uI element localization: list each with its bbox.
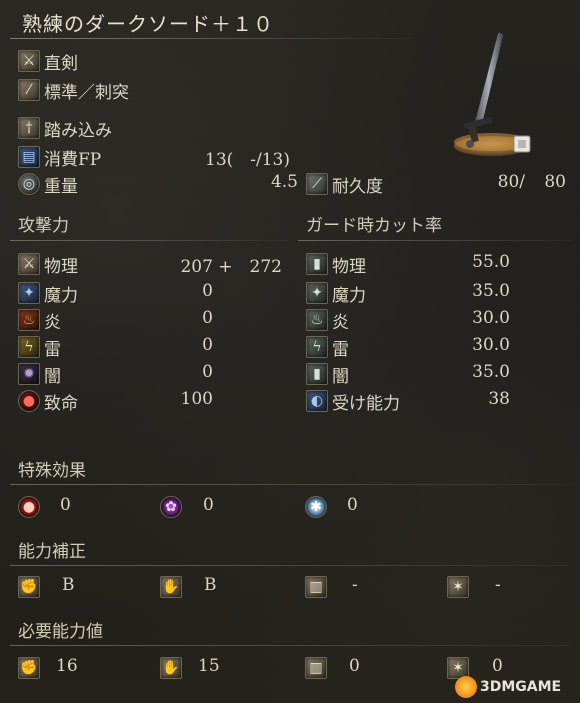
attack-fire-value: 0 — [202, 308, 213, 328]
special-divider — [10, 484, 570, 485]
frost-icon: ✱ — [305, 496, 327, 518]
shield-physical-icon: ▮ — [306, 253, 328, 275]
watermark: 3DMGAME — [455, 676, 561, 698]
guard-magic-label: 魔力 — [332, 286, 366, 306]
attack-magic-label: 魔力 — [44, 286, 78, 306]
attack-divider — [10, 240, 288, 241]
requirement-faith-value: 0 — [492, 656, 503, 676]
guard-stability-label: 受け能力 — [332, 394, 400, 414]
watermark-logo-icon — [455, 676, 477, 698]
special-poison-value: 0 — [203, 495, 214, 515]
guard-dark-value: 35.0 — [472, 362, 510, 382]
intelligence-icon: ▥ — [305, 576, 327, 598]
weapon-detail-panel: 熟練のダークソード＋１０ ⚔ 直剣 ⁄ 標準／刺突 † 踏み込み ▤ 消費FP — [0, 0, 580, 703]
weight-icon: ◎ — [18, 173, 40, 195]
attack-dark-label: 闇 — [44, 367, 61, 387]
requirement-dexterity-value: 15 — [198, 656, 220, 676]
attack-heading: 攻撃力 — [18, 216, 69, 236]
durability-icon: ⟋ — [306, 173, 328, 195]
strength-icon: ✊ — [18, 657, 40, 679]
special-heading: 特殊効果 — [18, 461, 86, 481]
fire-icon: ♨ — [18, 309, 40, 331]
scaling-strength-value: B — [62, 575, 75, 595]
guard-fire-value: 30.0 — [472, 308, 510, 328]
durability-max: 80 — [544, 172, 566, 192]
scaling-heading: 能力補正 — [18, 542, 86, 562]
critical-icon: ● — [18, 390, 40, 412]
attack-physical-label: 物理 — [44, 257, 78, 277]
weapon-category: 直剣 — [44, 54, 78, 74]
watermark-text: 3DMGAME — [480, 679, 562, 695]
guard-heading: ガード時カット率 — [306, 216, 442, 236]
guard-stability-value: 38 — [488, 389, 510, 409]
sword-icon: ⚔ — [18, 253, 40, 275]
lightning-icon: ϟ — [18, 336, 40, 358]
attack-magic-value: 0 — [202, 281, 213, 301]
fp-cost-icon: ▤ — [18, 146, 40, 168]
guard-physical-label: 物理 — [332, 257, 366, 277]
faith-icon: ✶ — [447, 576, 469, 598]
shield-magic-icon: ✦ — [306, 282, 328, 304]
guard-divider — [298, 240, 570, 241]
special-bleed-value: 0 — [60, 495, 71, 515]
guard-dark-label: 闇 — [332, 367, 349, 387]
title-divider — [10, 38, 430, 39]
weapon-category-icon: ⚔ — [18, 50, 40, 72]
scaling-intelligence-value: - — [352, 575, 358, 595]
shield-dark-icon: ▮ — [306, 363, 328, 385]
weapon-skill: 踏み込み — [44, 121, 112, 141]
special-frost-value: 0 — [347, 495, 358, 515]
dark-icon: ✹ — [18, 363, 40, 385]
dexterity-icon: ✋ — [160, 576, 182, 598]
attack-physical-value: 207 + 272 — [180, 257, 282, 277]
requirements-divider — [10, 645, 570, 646]
guard-fire-label: 炎 — [332, 313, 349, 333]
scaling-dexterity-value: B — [204, 575, 217, 595]
weapon-skill-icon: † — [18, 117, 40, 139]
guard-lightning-value: 30.0 — [472, 335, 510, 355]
requirement-intelligence-value: 0 — [349, 656, 360, 676]
stability-icon: ◐ — [306, 390, 328, 412]
shield-fire-icon: ♨ — [306, 309, 328, 331]
requirement-strength-value: 16 — [56, 656, 78, 676]
bleed-icon: ● — [18, 496, 40, 518]
guard-lightning-label: 雷 — [332, 340, 349, 360]
scaling-faith-value: - — [495, 575, 501, 595]
magic-icon: ✦ — [18, 282, 40, 304]
guard-physical-value: 55.0 — [472, 252, 510, 272]
attack-critical-label: 致命 — [44, 394, 78, 414]
strength-icon: ✊ — [18, 576, 40, 598]
attack-lightning-label: 雷 — [44, 340, 61, 360]
weight-value: 4.5 — [270, 172, 298, 192]
poison-icon: ✿ — [160, 496, 182, 518]
attack-critical-value: 100 — [180, 389, 213, 409]
attack-type-icon: ⁄ — [18, 79, 40, 101]
dark-sword-image — [454, 31, 531, 156]
attack-fire-label: 炎 — [44, 313, 61, 333]
shield-lightning-icon: ϟ — [306, 336, 328, 358]
fp-cost-value: 13( -/13) — [205, 150, 290, 170]
attack-dark-value: 0 — [202, 362, 213, 382]
fp-cost-label: 消費FP — [44, 150, 102, 170]
requirements-heading: 必要能力値 — [18, 622, 103, 642]
durability-label: 耐久度 — [332, 177, 383, 197]
scaling-divider — [10, 565, 570, 566]
guard-magic-value: 35.0 — [472, 281, 510, 301]
weapon-name: 熟練のダークソード＋１０ — [22, 12, 274, 36]
attack-lightning-value: 0 — [202, 335, 213, 355]
durability-current: 80/ — [497, 172, 525, 192]
intelligence-icon: ▥ — [305, 657, 327, 679]
dexterity-icon: ✋ — [160, 657, 182, 679]
weight-label: 重量 — [44, 177, 78, 197]
attack-type: 標準／刺突 — [44, 83, 129, 103]
